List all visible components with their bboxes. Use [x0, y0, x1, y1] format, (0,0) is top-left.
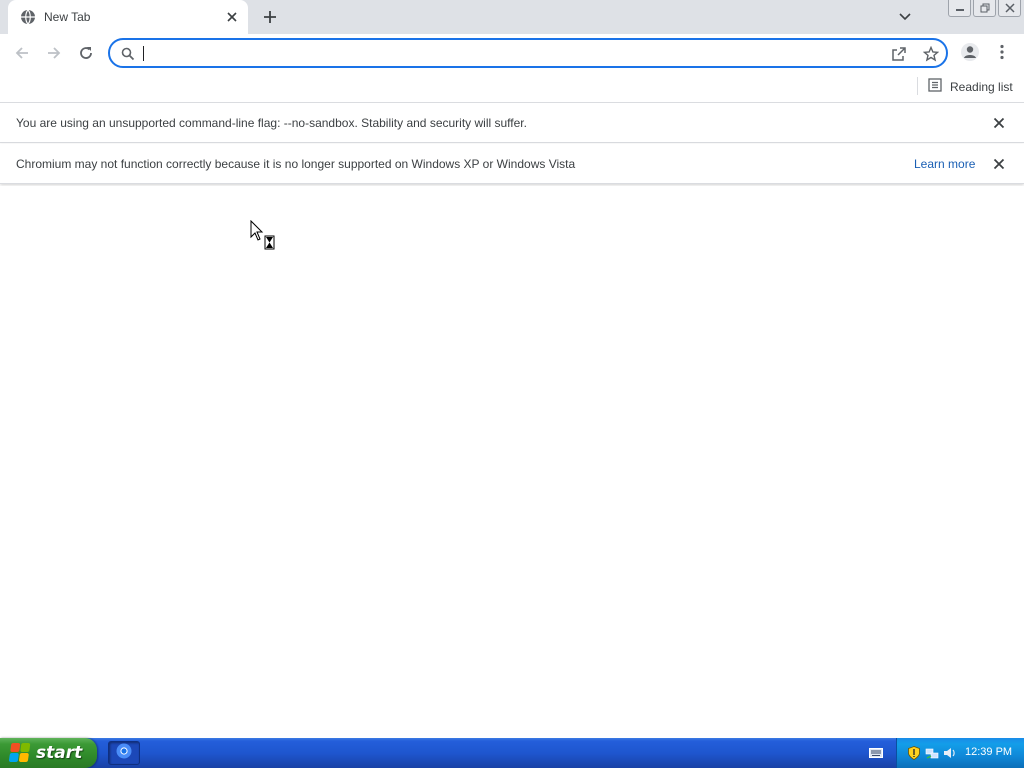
minimize-icon[interactable]: [948, 0, 971, 17]
start-label: start: [36, 743, 83, 763]
busy-pointer-icon: [250, 219, 278, 252]
tab-title: New Tab: [44, 10, 91, 24]
chromium-icon: [116, 743, 132, 764]
forward-arrow-icon[interactable]: [42, 41, 66, 65]
reload-icon[interactable]: [74, 41, 98, 65]
reading-list-label: Reading list: [950, 80, 1013, 94]
close-icon[interactable]: [991, 115, 1007, 131]
toolbar: [0, 34, 1024, 72]
system-tray: 12:39 PM: [896, 738, 1024, 768]
infobar-message: You are using an unsupported command-lin…: [16, 115, 527, 130]
infobar-sandbox-warning: You are using an unsupported command-lin…: [0, 103, 1024, 143]
globe-icon: [20, 9, 36, 25]
tab-new-tab[interactable]: New Tab: [8, 0, 248, 34]
bookmarks-bar: Reading list: [0, 72, 1024, 103]
clock[interactable]: 12:39 PM: [965, 746, 1012, 758]
keyboard-icon[interactable]: [868, 746, 884, 760]
bookmarks-separator: [917, 77, 918, 95]
search-icon: [120, 46, 136, 62]
reading-list-icon: [928, 77, 942, 97]
windows-logo-icon: [8, 743, 32, 763]
close-icon[interactable]: [224, 9, 240, 25]
back-arrow-icon[interactable]: [10, 41, 34, 65]
start-button[interactable]: start: [0, 738, 97, 768]
restore-icon[interactable]: [973, 0, 996, 17]
shield-icon[interactable]: [907, 745, 921, 761]
learn-more-link[interactable]: Learn more: [914, 157, 975, 171]
close-icon[interactable]: [998, 0, 1021, 17]
reading-list-button[interactable]: Reading list: [928, 77, 1013, 97]
network-icon[interactable]: [925, 745, 939, 761]
text-caret: [143, 46, 144, 61]
window-controls: [948, 0, 1024, 18]
chevron-down-icon[interactable]: [896, 8, 914, 26]
close-icon[interactable]: [991, 156, 1007, 172]
infobar-os-unsupported: Chromium may not function correctly beca…: [0, 144, 1024, 184]
volume-icon[interactable]: [943, 745, 957, 761]
plus-icon[interactable]: [258, 6, 282, 28]
address-bar[interactable]: [108, 38, 948, 68]
taskbar-chromium-button[interactable]: [108, 741, 140, 765]
infobar-message: Chromium may not function correctly beca…: [16, 156, 576, 171]
tab-strip: New Tab: [0, 0, 1024, 34]
star-icon[interactable]: [922, 45, 940, 63]
address-input[interactable]: [142, 43, 872, 63]
share-icon[interactable]: [890, 45, 908, 63]
taskbar: start 12:39 PM: [0, 738, 1024, 768]
profile-icon[interactable]: [958, 40, 982, 64]
kebab-menu-icon[interactable]: [992, 40, 1012, 64]
page-content[interactable]: [0, 186, 1024, 738]
